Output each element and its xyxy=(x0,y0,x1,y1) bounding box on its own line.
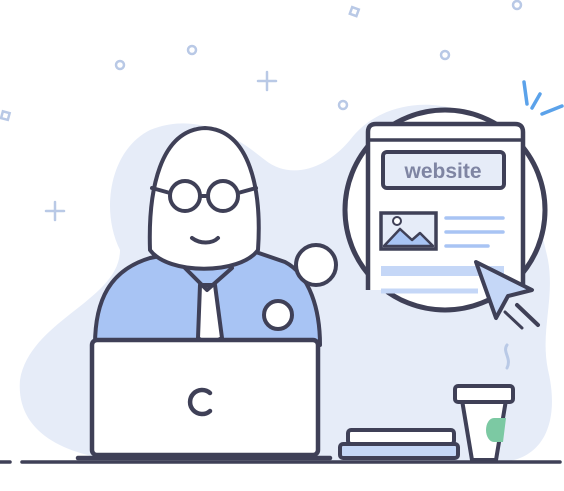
book-stack-icon xyxy=(338,428,460,460)
thought-bubble-medium xyxy=(294,243,338,287)
address-bar-text: website xyxy=(403,160,481,183)
glasses-left xyxy=(168,179,202,213)
laptop-icon xyxy=(75,337,333,461)
decorative-dots xyxy=(0,0,523,122)
browser-window: website xyxy=(365,121,526,294)
image-placeholder-icon xyxy=(379,211,438,251)
glasses-right xyxy=(206,179,240,213)
sparkle-lines xyxy=(522,80,564,116)
illustration-canvas: website xyxy=(0,0,564,464)
thought-bubble-small xyxy=(262,299,294,331)
